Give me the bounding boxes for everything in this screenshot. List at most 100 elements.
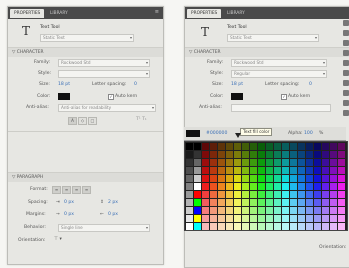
color-swatch-grid[interactable]	[184, 141, 348, 231]
color-swatch[interactable]	[226, 151, 233, 158]
line-tool-icon[interactable]	[343, 80, 349, 86]
selection-tool-icon[interactable]	[343, 20, 349, 26]
color-swatch[interactable]	[282, 215, 289, 222]
color-swatch[interactable]	[210, 175, 217, 182]
color-swatch[interactable]	[322, 143, 329, 150]
color-swatch[interactable]	[322, 159, 329, 166]
color-swatch[interactable]	[250, 183, 257, 190]
color-swatch[interactable]	[258, 215, 265, 222]
color-swatch[interactable]	[242, 215, 249, 222]
color-swatch[interactable]	[338, 191, 345, 198]
color-swatch[interactable]	[298, 143, 305, 150]
color-swatch[interactable]	[202, 167, 209, 174]
color-swatch[interactable]	[338, 167, 345, 174]
color-swatch[interactable]	[194, 199, 201, 206]
alpha-value[interactable]: 100	[304, 131, 313, 136]
color-swatch[interactable]	[290, 159, 297, 166]
color-swatch[interactable]	[258, 207, 265, 214]
anti-alias-select[interactable]	[231, 104, 331, 112]
color-swatch[interactable]	[330, 175, 337, 182]
color-swatch[interactable]	[298, 167, 305, 174]
color-swatch[interactable]	[274, 143, 281, 150]
color-swatch[interactable]	[306, 191, 313, 198]
color-swatch[interactable]	[330, 143, 337, 150]
color-swatch[interactable]	[194, 183, 201, 190]
color-swatch[interactable]	[210, 207, 217, 214]
lasso-tool-icon[interactable]	[343, 50, 349, 56]
color-swatch[interactable]	[314, 191, 321, 198]
color-swatch[interactable]	[202, 183, 209, 190]
color-swatch[interactable]	[226, 207, 233, 214]
color-swatch[interactable]	[274, 215, 281, 222]
color-swatch[interactable]	[210, 167, 217, 174]
color-swatch[interactable]	[242, 183, 249, 190]
tab-properties[interactable]: PROPERTIES	[187, 9, 222, 18]
superscript-subscript-icon[interactable]: T¹ T₁	[136, 117, 147, 122]
color-swatch[interactable]	[314, 151, 321, 158]
color-swatch[interactable]	[306, 199, 313, 206]
color-swatch[interactable]	[218, 223, 225, 230]
color-swatch[interactable]	[314, 207, 321, 214]
color-swatch[interactable]	[266, 151, 273, 158]
color-swatch[interactable]	[274, 167, 281, 174]
color-swatch[interactable]	[226, 167, 233, 174]
color-swatch[interactable]	[274, 159, 281, 166]
color-swatch[interactable]	[242, 191, 249, 198]
color-swatch[interactable]	[258, 223, 265, 230]
auto-kern-checkbox[interactable]: ✓	[108, 94, 114, 100]
color-swatch[interactable]	[226, 223, 233, 230]
color-swatch[interactable]	[314, 159, 321, 166]
color-swatch[interactable]	[194, 223, 201, 230]
color-swatch[interactable]	[242, 175, 249, 182]
color-swatch[interactable]	[186, 183, 193, 190]
transform-tool-icon[interactable]	[343, 40, 349, 46]
color-swatch[interactable]	[194, 167, 201, 174]
color-swatch[interactable]	[330, 191, 337, 198]
color-swatch[interactable]	[202, 223, 209, 230]
color-swatch[interactable]	[226, 143, 233, 150]
text-color-swatch[interactable]	[58, 93, 70, 100]
color-swatch[interactable]	[330, 183, 337, 190]
color-swatch[interactable]	[266, 191, 273, 198]
color-swatch[interactable]	[274, 151, 281, 158]
color-swatch[interactable]	[266, 159, 273, 166]
family-select[interactable]: Rockwood Std	[231, 59, 327, 67]
color-swatch[interactable]	[290, 223, 297, 230]
color-swatch[interactable]	[250, 215, 257, 222]
color-swatch[interactable]	[234, 223, 241, 230]
text-color-swatch[interactable]	[231, 93, 243, 100]
color-swatch[interactable]	[330, 167, 337, 174]
color-swatch[interactable]	[338, 199, 345, 206]
family-select[interactable]: Rockwood Std	[58, 59, 150, 67]
color-swatch[interactable]	[258, 183, 265, 190]
color-swatch[interactable]	[234, 183, 241, 190]
auto-kern-checkbox[interactable]: ✓	[281, 94, 287, 100]
color-swatch[interactable]	[258, 143, 265, 150]
color-swatch[interactable]	[186, 215, 193, 222]
color-swatch[interactable]	[234, 175, 241, 182]
color-swatch[interactable]	[298, 207, 305, 214]
color-swatch[interactable]	[186, 223, 193, 230]
color-swatch[interactable]	[210, 183, 217, 190]
color-swatch[interactable]	[266, 175, 273, 182]
color-swatch[interactable]	[250, 167, 257, 174]
color-swatch[interactable]	[250, 191, 257, 198]
color-swatch[interactable]	[330, 199, 337, 206]
letter-spacing-value[interactable]: 0	[134, 82, 137, 87]
color-swatch[interactable]	[218, 183, 225, 190]
color-swatch[interactable]	[226, 183, 233, 190]
justify-icon[interactable]: ≡	[82, 186, 91, 194]
color-swatch[interactable]	[186, 175, 193, 182]
rectangle-tool-icon[interactable]	[343, 90, 349, 96]
color-swatch[interactable]	[218, 167, 225, 174]
color-swatch[interactable]	[282, 159, 289, 166]
show-border-icon[interactable]: □	[88, 117, 97, 125]
color-swatch[interactable]	[202, 199, 209, 206]
color-swatch[interactable]	[306, 183, 313, 190]
color-swatch[interactable]	[266, 207, 273, 214]
color-swatch[interactable]	[234, 167, 241, 174]
color-swatch[interactable]	[186, 207, 193, 214]
color-swatch[interactable]	[218, 143, 225, 150]
color-swatch[interactable]	[194, 143, 201, 150]
color-swatch[interactable]	[210, 223, 217, 230]
